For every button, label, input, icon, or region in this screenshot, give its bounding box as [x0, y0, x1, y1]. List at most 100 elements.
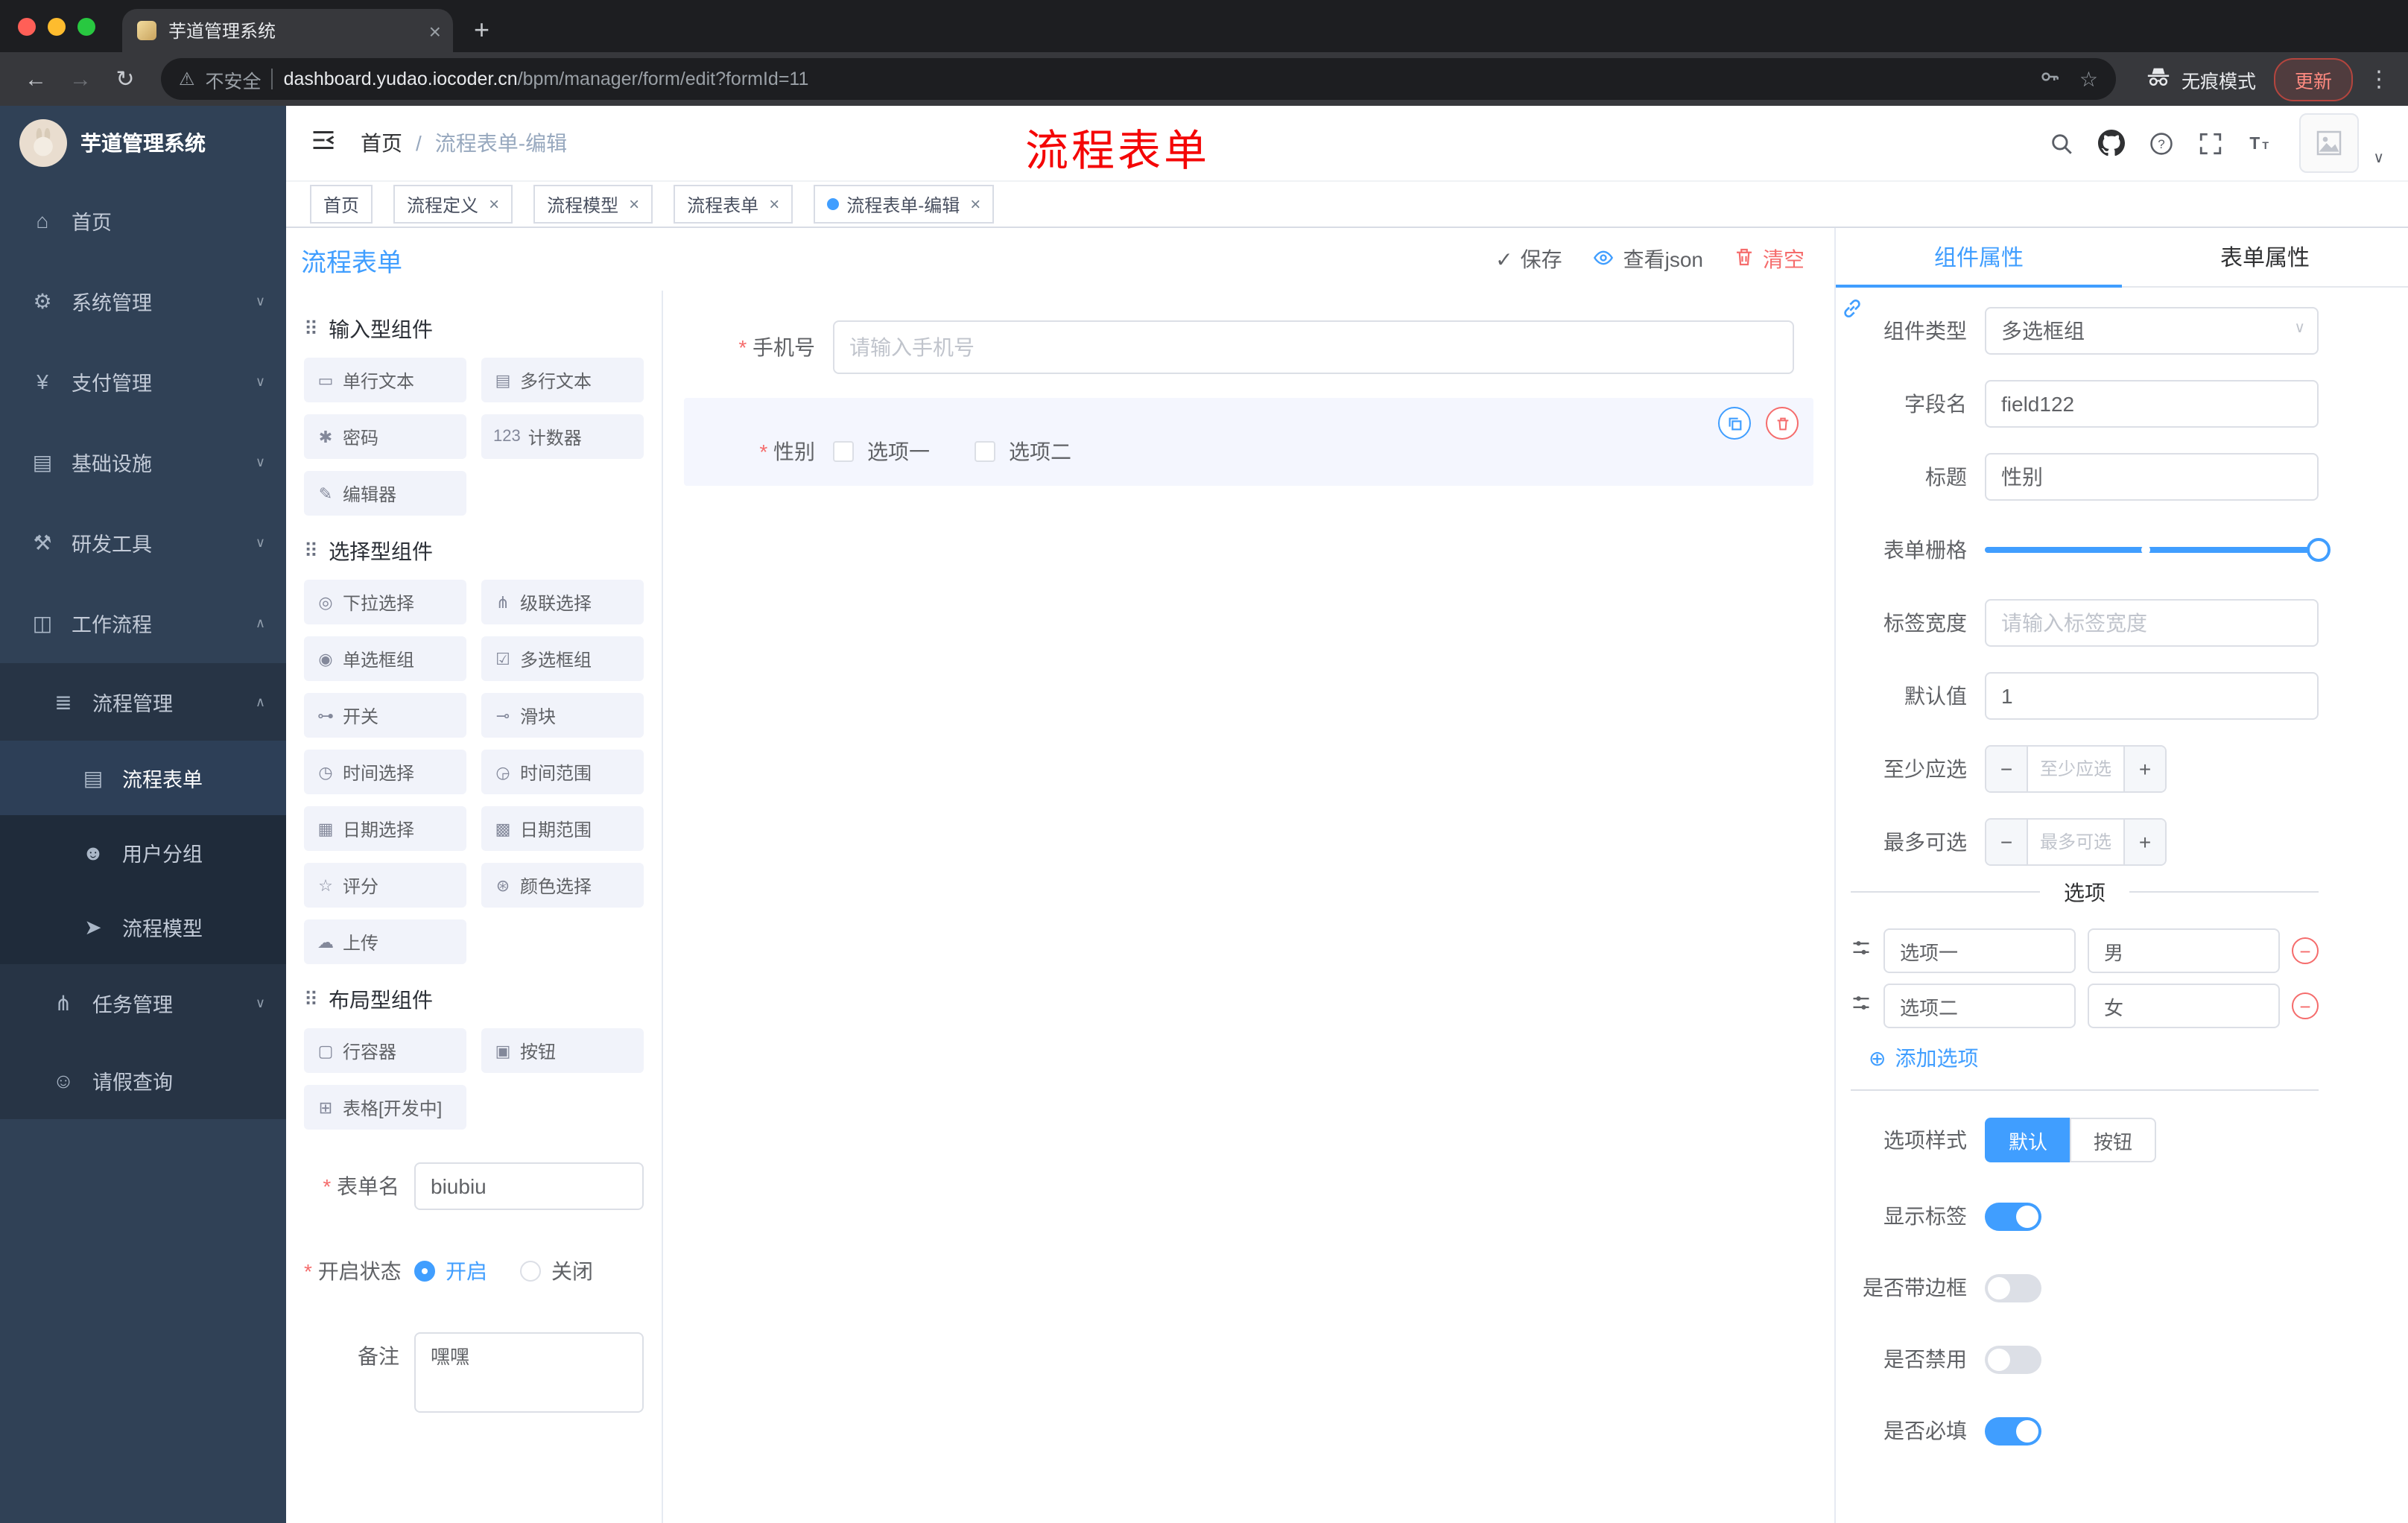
default-value-input[interactable]: [1985, 672, 2319, 720]
sidebar-item-infrastructure[interactable]: ▤ 基础设施 ∨: [0, 422, 286, 502]
palette-item-cascader[interactable]: ⋔ 级联选择: [481, 580, 644, 624]
palette-item-time-range[interactable]: ◶ 时间范围: [481, 750, 644, 794]
required-switch[interactable]: [1985, 1416, 2041, 1445]
remove-option-button[interactable]: −: [2292, 992, 2319, 1019]
option-2-label-input[interactable]: [1883, 984, 2076, 1028]
tag-process-model[interactable]: 流程模型 ×: [533, 185, 653, 224]
avatar-caret-icon[interactable]: ∨: [2373, 151, 2384, 167]
forward-icon[interactable]: →: [60, 66, 101, 92]
increase-button[interactable]: +: [2123, 820, 2165, 864]
view-json-button[interactable]: 查看json: [1592, 244, 1703, 274]
add-option-button[interactable]: ⊕ 添加选项: [1869, 1043, 2319, 1073]
form-name-input[interactable]: [414, 1162, 644, 1210]
close-icon[interactable]: ×: [769, 194, 779, 215]
update-button[interactable]: 更新: [2273, 57, 2353, 101]
palette-item-slider[interactable]: ⊸ 滑块: [481, 693, 644, 738]
sidebar-item-system-management[interactable]: ⚙ 系统管理 ∨: [0, 261, 286, 341]
close-icon[interactable]: ×: [629, 194, 639, 215]
tab-component-props[interactable]: 组件属性: [1836, 228, 2122, 288]
canvas-field-gender-selected[interactable]: 性别 选项一 选项二: [684, 398, 1813, 486]
close-icon[interactable]: ×: [489, 194, 499, 215]
delete-component-button[interactable]: [1766, 407, 1799, 440]
option-1-value-input[interactable]: [2088, 928, 2280, 973]
user-avatar[interactable]: [2298, 113, 2359, 173]
gender-option-1-checkbox[interactable]: 选项一: [833, 437, 930, 466]
palette-item-counter[interactable]: 123 计数器: [481, 414, 644, 459]
tag-process-form-edit[interactable]: 流程表单-编辑 ×: [814, 185, 995, 224]
back-icon[interactable]: ←: [15, 66, 57, 92]
tab-form-props[interactable]: 表单属性: [2122, 228, 2408, 286]
browser-tab[interactable]: 芋道管理系统 ×: [122, 9, 453, 52]
window-close-button[interactable]: [18, 17, 36, 35]
field-name-input[interactable]: [1985, 380, 2319, 428]
drag-handle-icon[interactable]: [1851, 937, 1872, 965]
fullscreen-icon[interactable]: [2197, 130, 2222, 156]
palette-item-checkbox-group[interactable]: ☑ 多选框组: [481, 636, 644, 681]
palette-item-password[interactable]: ✱ 密码: [304, 414, 466, 459]
search-icon[interactable]: [2048, 130, 2073, 156]
gender-option-2-checkbox[interactable]: 选项二: [975, 437, 1071, 466]
palette-item-time-picker[interactable]: ◷ 时间选择: [304, 750, 466, 794]
palette-item-date-picker[interactable]: ▦ 日期选择: [304, 806, 466, 851]
palette-item-radio-group[interactable]: ◉ 单选框组: [304, 636, 466, 681]
sidebar-item-payment-management[interactable]: ¥ 支付管理 ∨: [0, 341, 286, 422]
decrease-button[interactable]: −: [1986, 820, 2028, 864]
new-tab-button[interactable]: +: [474, 16, 489, 43]
phone-input[interactable]: [833, 320, 1794, 374]
save-button[interactable]: ✓ 保存: [1495, 244, 1562, 274]
address-bar[interactable]: ⚠ 不安全 dashboard.yudao.iocoder.cn/bpm/man…: [161, 58, 2116, 100]
increase-button[interactable]: +: [2123, 747, 2165, 791]
drag-handle-icon[interactable]: [1851, 992, 1872, 1020]
palette-item-date-range[interactable]: ▩ 日期范围: [481, 806, 644, 851]
remark-textarea[interactable]: 嘿嘿: [414, 1332, 644, 1413]
sidebar-item-user-group[interactable]: ☻ 用户分组: [0, 815, 286, 890]
app-logo[interactable]: 芋道管理系统: [0, 106, 286, 180]
disabled-switch[interactable]: [1985, 1345, 2041, 1373]
sidebar-item-leave-query[interactable]: ☺ 请假查询: [0, 1042, 286, 1119]
component-type-select[interactable]: [1985, 307, 2319, 355]
palette-item-single-line-text[interactable]: ▭ 单行文本: [304, 358, 466, 402]
sidebar-item-dev-tools[interactable]: ⚒ 研发工具 ∨: [0, 502, 286, 583]
status-off-radio[interactable]: 关闭: [520, 1256, 593, 1286]
sidebar-item-process-model[interactable]: ➤ 流程模型: [0, 890, 286, 964]
canvas-field-phone[interactable]: 手机号: [684, 320, 1794, 374]
window-zoom-button[interactable]: [77, 17, 95, 35]
remove-option-button[interactable]: −: [2292, 937, 2319, 964]
palette-item-button[interactable]: ▣ 按钮: [481, 1028, 644, 1073]
border-switch[interactable]: [1985, 1273, 2041, 1302]
grid-slider[interactable]: [1985, 526, 2331, 574]
palette-item-rate[interactable]: ☆ 评分: [304, 863, 466, 908]
tag-home[interactable]: 首页: [310, 185, 373, 224]
palette-item-switch[interactable]: ⊶ 开关: [304, 693, 466, 738]
reload-icon[interactable]: ↻: [104, 66, 146, 92]
decrease-button[interactable]: −: [1986, 747, 2028, 791]
tag-process-form[interactable]: 流程表单 ×: [674, 185, 793, 224]
palette-item-upload[interactable]: ☁ 上传: [304, 919, 466, 964]
browser-menu-icon[interactable]: ⋮: [2368, 66, 2390, 92]
menu-fold-icon[interactable]: [310, 126, 337, 160]
palette-item-select[interactable]: ◎ 下拉选择: [304, 580, 466, 624]
palette-item-row-container[interactable]: ▢ 行容器: [304, 1028, 466, 1073]
clear-button[interactable]: 清空: [1733, 244, 1805, 274]
min-select-input[interactable]: [2028, 747, 2123, 791]
slider-handle[interactable]: [2307, 538, 2331, 562]
sidebar-item-home[interactable]: ⌂ 首页: [0, 180, 286, 261]
help-icon[interactable]: ?: [2148, 130, 2173, 156]
max-select-input[interactable]: [2028, 820, 2123, 864]
window-minimize-button[interactable]: [48, 17, 66, 35]
bookmark-star-icon[interactable]: ☆: [2079, 66, 2098, 92]
sidebar-item-process-management[interactable]: ≣ 流程管理 ∧: [0, 663, 286, 741]
title-input[interactable]: [1985, 453, 2319, 501]
font-size-icon[interactable]: TT: [2246, 130, 2275, 156]
copy-component-button[interactable]: [1718, 407, 1751, 440]
github-icon[interactable]: [2097, 130, 2125, 156]
tab-close-icon[interactable]: ×: [429, 20, 441, 41]
sidebar-item-task-management[interactable]: ⋔ 任务管理 ∨: [0, 964, 286, 1042]
link-icon[interactable]: [1840, 297, 1864, 328]
palette-item-table[interactable]: ⊞ 表格[开发中]: [304, 1085, 466, 1130]
sidebar-item-process-form[interactable]: ▤ 流程表单: [0, 741, 286, 815]
tag-process-definition[interactable]: 流程定义 ×: [393, 185, 513, 224]
style-default-button[interactable]: 默认: [1985, 1118, 2070, 1162]
breadcrumb-home[interactable]: 首页: [361, 128, 402, 158]
sidebar-item-workflow[interactable]: ◫ 工作流程 ∧: [0, 583, 286, 663]
